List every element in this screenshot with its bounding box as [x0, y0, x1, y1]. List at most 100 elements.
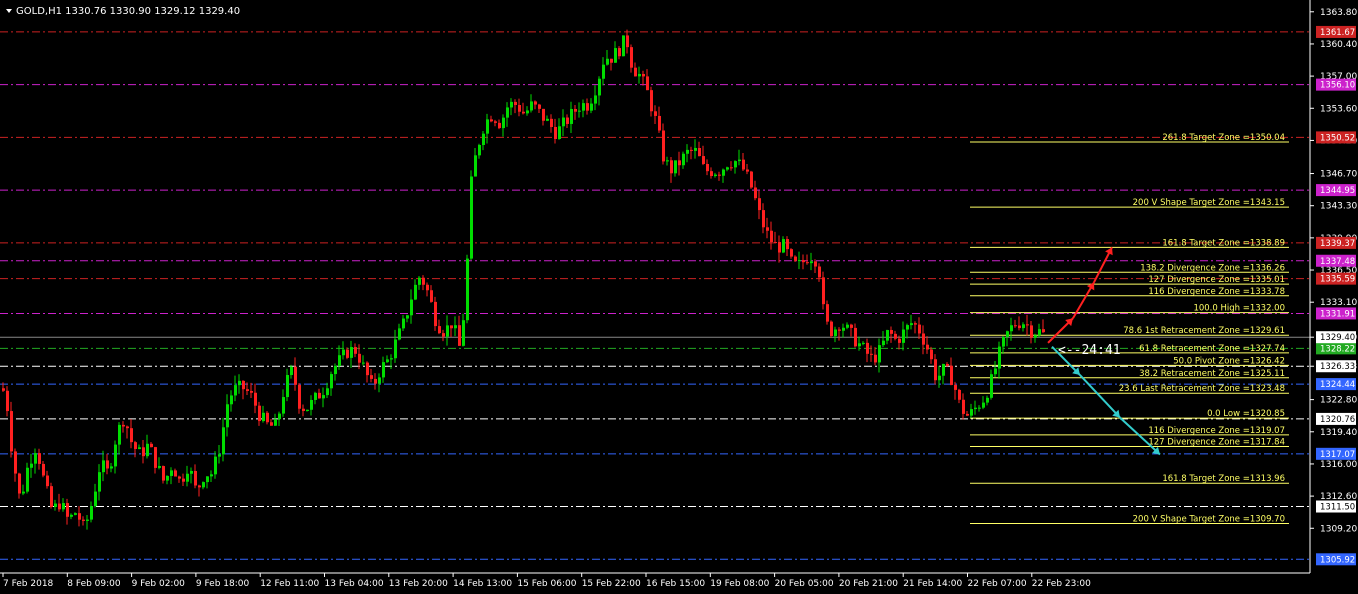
bull-candle [402, 318, 405, 329]
bear-candle [254, 392, 257, 406]
bear-candle [302, 408, 305, 411]
bear-candle [182, 478, 185, 482]
x-tick-label: 7 Feb 2018 [3, 579, 54, 589]
bear-candle [610, 58, 613, 63]
bear-candle [574, 108, 577, 112]
y-tick-label: 1353.60 [1320, 104, 1357, 114]
target-zone-label: 138.2 Divergence Zone =1336.26 [1140, 263, 1285, 273]
bull-candle [810, 261, 813, 264]
bear-candle [630, 47, 633, 68]
bull-candle [694, 147, 697, 151]
bull-candle [526, 110, 529, 114]
price-chart[interactable]: 261.8 Target Zone =1350.04 200 V Shape Ta… [0, 0, 1358, 594]
current-price-label: 1329.40 [1320, 333, 1355, 343]
bear-candle [154, 447, 157, 468]
bear-candle [650, 90, 653, 112]
bull-candle [326, 388, 329, 396]
bull-candle [306, 409, 309, 411]
bear-candle [198, 485, 201, 488]
bull-candle [382, 362, 385, 378]
bull-candle [418, 277, 421, 285]
target-zone-label: 127 Divergence Zone =1335.01 [1148, 275, 1285, 285]
bull-candle [118, 424, 121, 445]
bull-candle [1006, 331, 1009, 338]
bear-candle [790, 249, 793, 257]
target-zone-label: 38.2 Retracement Zone =1325.11 [1139, 369, 1285, 379]
bull-candle [738, 159, 741, 162]
bull-candle [22, 491, 25, 494]
bull-candle [606, 58, 609, 65]
bear-candle [786, 239, 789, 250]
bear-candle [194, 470, 197, 486]
bull-candle [210, 474, 213, 477]
bull-candle [598, 78, 601, 96]
bear-candle [258, 405, 261, 422]
bull-candle [674, 160, 677, 174]
bear-candle [498, 122, 501, 129]
x-tick-label: 13 Feb 20:00 [389, 579, 448, 589]
bear-candle [522, 111, 525, 114]
bull-candle [974, 407, 977, 410]
bear-candle [14, 451, 17, 474]
target-zone-label: 23.6 Last Retracement Zone =1323.48 [1119, 384, 1285, 394]
bull-candle [1034, 335, 1037, 338]
bear-candle [806, 262, 809, 264]
bull-candle [234, 385, 237, 396]
bear-candle [642, 73, 645, 77]
bull-candle [622, 35, 625, 57]
bear-candle [754, 187, 757, 199]
level-badge-label: 1311.50 [1320, 503, 1355, 513]
bear-candle [702, 156, 705, 164]
level-badge-label: 1361.67 [1320, 28, 1355, 38]
bull-candle [414, 284, 417, 300]
bear-candle [946, 363, 949, 366]
bear-candle [542, 108, 545, 121]
bull-candle [446, 325, 449, 337]
bear-candle [678, 160, 681, 166]
bull-candle [102, 460, 105, 473]
bear-candle [954, 384, 957, 390]
bull-candle [1002, 337, 1005, 347]
bull-candle [734, 161, 737, 168]
bear-candle [142, 447, 145, 457]
bull-candle [902, 329, 905, 343]
bear-candle [430, 290, 433, 302]
bear-candle [126, 426, 129, 429]
bull-candle [310, 399, 313, 410]
bull-candle [726, 167, 729, 170]
bear-candle [822, 277, 825, 305]
bear-candle [18, 473, 21, 494]
bear-candle [770, 230, 773, 243]
bear-candle [174, 470, 177, 477]
bear-candle [890, 330, 893, 334]
bear-candle [814, 261, 817, 267]
bull-candle [858, 343, 861, 347]
bull-candle [886, 330, 889, 341]
bull-candle [226, 404, 229, 428]
bull-candle [386, 359, 389, 363]
bear-candle [742, 159, 745, 170]
bear-candle [38, 453, 41, 464]
bull-candle [478, 144, 481, 156]
level-badge-label: 1326.33 [1320, 362, 1355, 372]
target-zone-label: 61.8 Retracement Zone =1327.74 [1139, 344, 1285, 354]
target-zone-label: 100.0 High =1332.00 [1193, 304, 1285, 314]
y-tick-label: 1363.80 [1320, 8, 1357, 18]
bear-candle [830, 321, 833, 337]
target-zone-label: 78.6 1st Retracement Zone =1329.61 [1123, 326, 1285, 336]
bear-candle [658, 115, 661, 131]
x-tick-label: 12 Feb 11:00 [260, 579, 319, 589]
bear-candle [294, 366, 297, 385]
bull-candle [110, 466, 113, 469]
bear-candle [438, 326, 441, 334]
bear-candle [78, 513, 81, 520]
bear-candle [370, 375, 373, 379]
level-badge-label: 1337.48 [1320, 257, 1355, 267]
bear-candle [358, 353, 361, 363]
candle-countdown: <--24:41 [1058, 343, 1121, 358]
bear-candle [758, 198, 761, 211]
bear-candle [422, 277, 425, 285]
bull-candle [206, 476, 209, 483]
bear-candle [150, 443, 153, 448]
bear-candle [82, 519, 85, 521]
